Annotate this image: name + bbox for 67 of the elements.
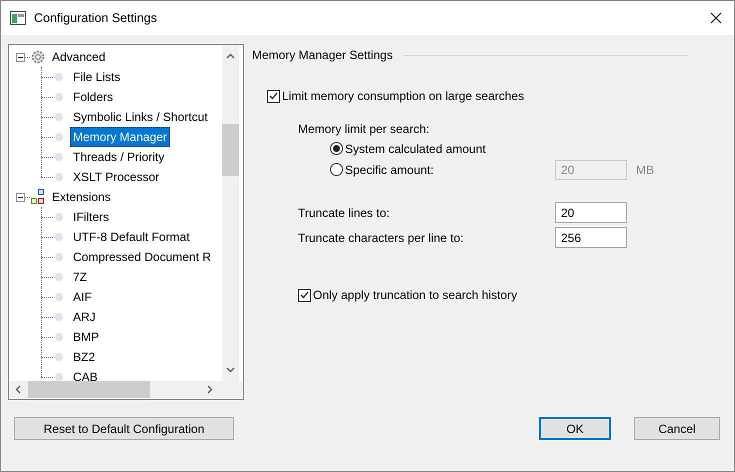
scroll-left-icon[interactable]: [15, 385, 21, 394]
tree-item[interactable]: UTF-8 Default Format: [70, 227, 193, 247]
unit-label: MB: [636, 162, 654, 178]
scroll-right-icon[interactable]: [207, 385, 213, 394]
bullet-icon: [55, 313, 63, 321]
bullet-icon: [55, 233, 63, 241]
tree-item[interactable]: XSLT Processor: [70, 167, 162, 187]
scroll-thumb[interactable]: [28, 381, 150, 398]
vertical-scrollbar[interactable]: [222, 45, 239, 381]
bullet-icon: [55, 293, 63, 301]
bullet-icon: [55, 273, 63, 281]
tree-item[interactable]: Symbolic Links / Shortcut: [70, 107, 211, 127]
checkbox-label: Only apply truncation to search history: [313, 287, 518, 304]
tree-item[interactable]: AIF: [70, 287, 95, 307]
bullet-icon: [55, 153, 63, 161]
checkbox[interactable]: [267, 90, 280, 102]
field-label: Truncate lines to:: [298, 204, 391, 222]
section-title: Memory Manager Settings: [252, 47, 393, 64]
tree-item[interactable]: BZ2: [70, 347, 98, 367]
number-field[interactable]: 256: [555, 227, 627, 248]
radio-button[interactable]: [330, 142, 343, 155]
ok-button[interactable]: OK: [539, 417, 611, 440]
field-label: Truncate characters per line to:: [298, 230, 465, 246]
checkbox-label: Limit memory consumption on large searches: [282, 88, 524, 105]
tree-item[interactable]: Threads / Priority: [70, 147, 168, 167]
scroll-down-icon[interactable]: [226, 367, 235, 373]
gear-icon: [30, 49, 46, 65]
tree-item[interactable]: Folders: [70, 87, 116, 107]
checkmark-icon: [300, 291, 309, 299]
collapse-icon[interactable]: [16, 192, 25, 202]
radio-label: Specific amount:: [345, 162, 435, 178]
reset-button[interactable]: Reset to Default Configuration: [14, 417, 234, 440]
bullet-icon: [55, 253, 63, 261]
tree-item[interactable]: IFilters: [70, 207, 112, 227]
bullet-icon: [55, 73, 63, 81]
app-icon: [10, 11, 26, 25]
tree-item[interactable]: 7Z: [70, 267, 90, 287]
bullet-icon: [55, 173, 63, 181]
close-icon[interactable]: [710, 12, 722, 24]
bullet-icon: [55, 213, 63, 221]
bullet-icon: [55, 353, 63, 361]
bullet-icon: [55, 113, 63, 121]
bullet-icon: [55, 373, 63, 381]
bullet-icon: [55, 333, 63, 341]
scroll-up-icon[interactable]: [226, 53, 235, 59]
tree-item[interactable]: ARJ: [70, 307, 99, 327]
number-field[interactable]: 20: [555, 202, 627, 223]
group-label: Memory limit per search:: [298, 121, 430, 138]
tree-item[interactable]: File Lists: [70, 67, 124, 87]
scroll-thumb[interactable]: [222, 124, 239, 176]
bullet-icon: [55, 93, 63, 101]
radio-button[interactable]: [330, 163, 343, 176]
collapse-icon[interactable]: [16, 52, 25, 62]
window-title: Configuration Settings: [34, 10, 157, 27]
horizontal-scrollbar[interactable]: [9, 381, 243, 398]
tree-item[interactable]: CAB: [70, 367, 101, 381]
checkmark-icon: [269, 92, 278, 100]
checkbox[interactable]: [298, 288, 311, 302]
tree-item[interactable]: BMP: [70, 327, 102, 347]
blocks-icon: [30, 189, 46, 205]
tree-item[interactable]: Advanced: [50, 48, 108, 66]
bullet-icon: [55, 133, 63, 141]
tree-item[interactable]: Extensions: [50, 188, 113, 206]
cancel-button[interactable]: Cancel: [634, 417, 720, 440]
tree-item[interactable]: Compressed Document R: [70, 247, 214, 267]
tree-item[interactable]: Memory Manager: [70, 127, 170, 147]
radio-label: System calculated amount: [345, 140, 487, 158]
